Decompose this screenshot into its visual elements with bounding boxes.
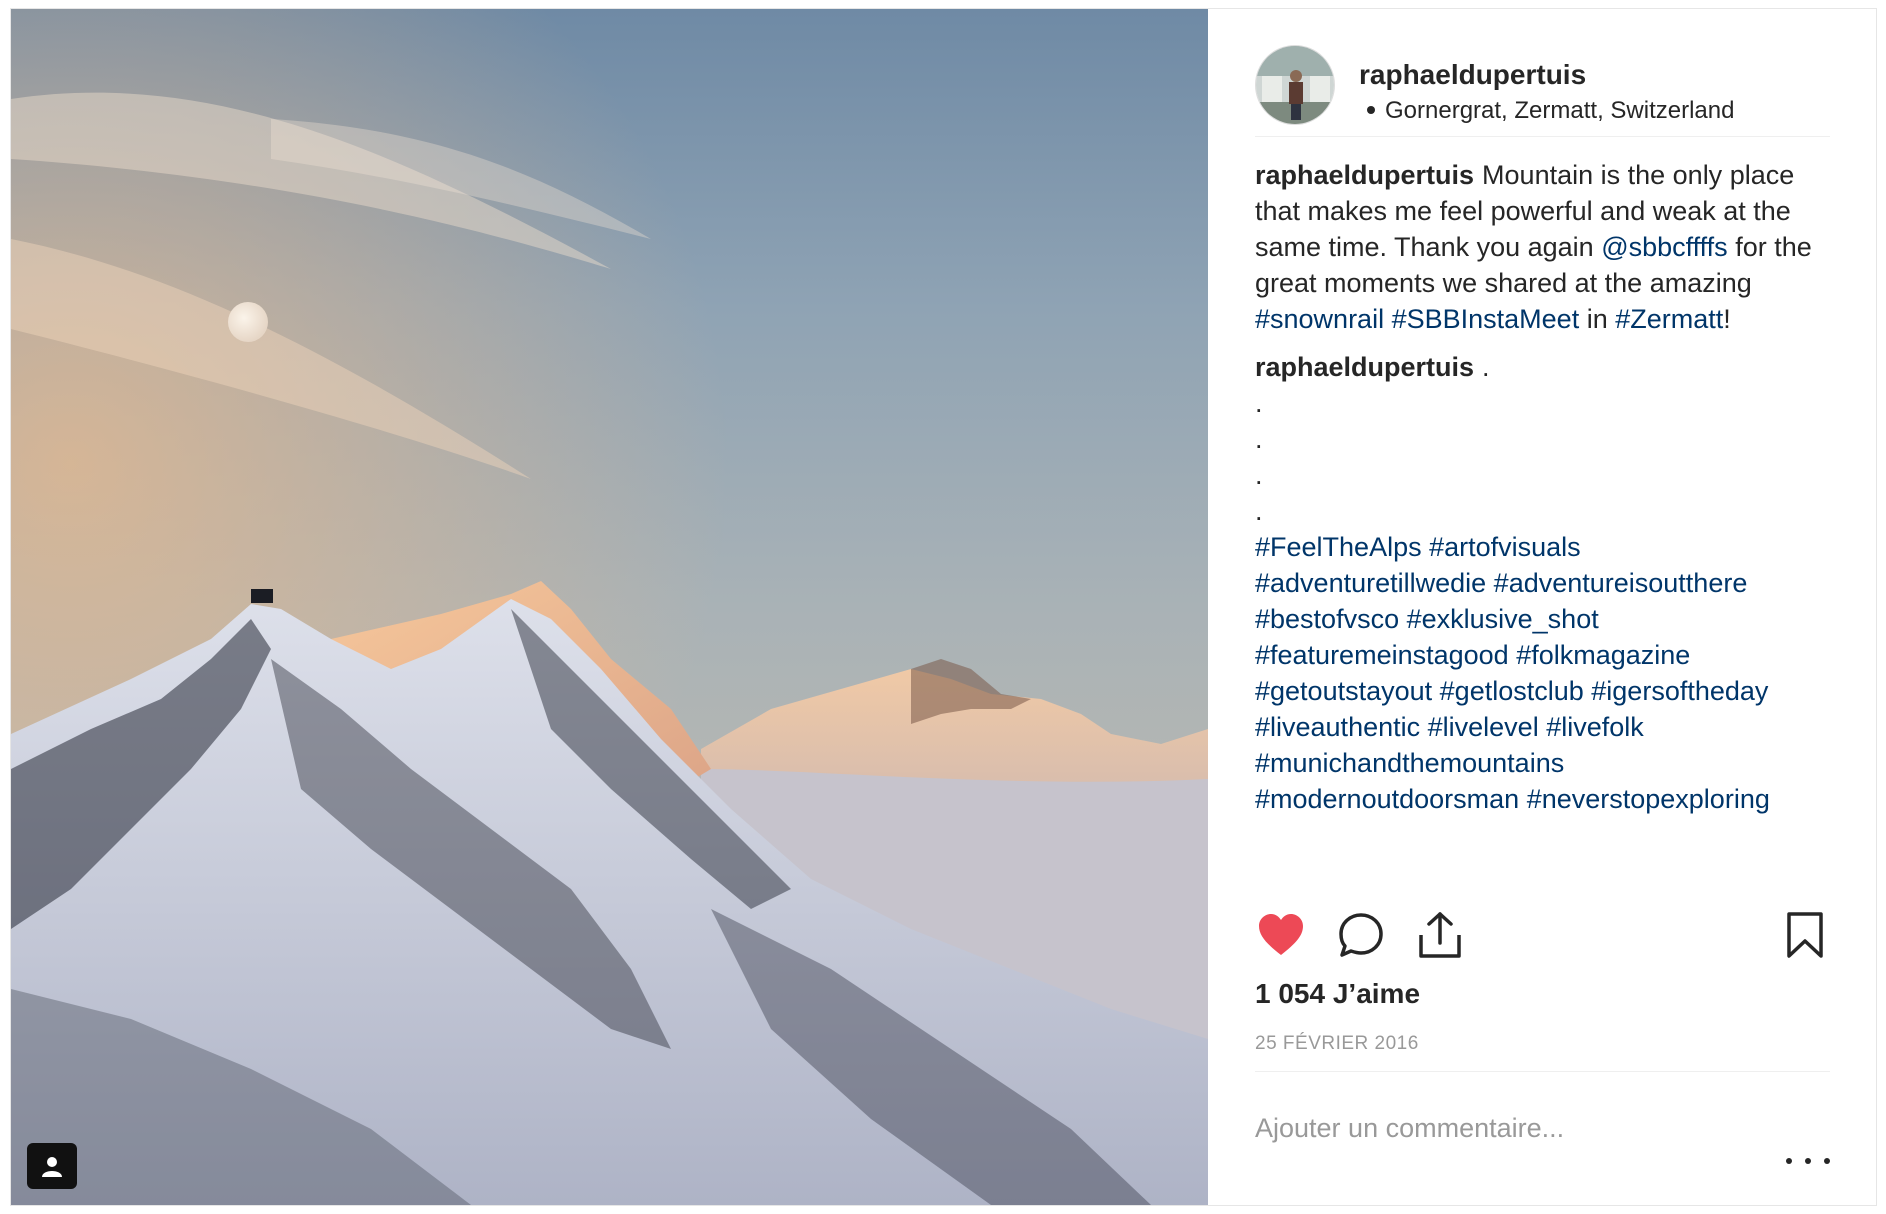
dot-line: .: [1255, 388, 1263, 418]
hashtag-link[interactable]: #munichandthemountains: [1255, 748, 1564, 778]
hashtag-link[interactable]: #artofvisuals: [1429, 532, 1581, 562]
post-sidebar: raphaeldupertuis Gornergrat, Zermatt, Sw…: [1208, 9, 1876, 1205]
dot-line: .: [1255, 496, 1263, 526]
post-header: raphaeldupertuis Gornergrat, Zermatt, Sw…: [1255, 45, 1830, 137]
location-label: Gornergrat, Zermatt, Switzerland: [1385, 97, 1735, 124]
dot: [1805, 1158, 1811, 1164]
dot-line: .: [1255, 424, 1263, 454]
comment-button[interactable]: [1335, 909, 1387, 961]
avatar-image: [1256, 46, 1334, 124]
post-date: 25 FÉVRIER 2016: [1255, 1033, 1419, 1054]
hashtag-link[interactable]: #SBBInstaMeet: [1392, 304, 1580, 334]
post-location[interactable]: Gornergrat, Zermatt, Switzerland: [1367, 97, 1734, 125]
mountain-photo: [11, 9, 1208, 1205]
bullet-icon: [1367, 105, 1375, 114]
dot: [1824, 1158, 1830, 1164]
share-button[interactable]: [1414, 909, 1466, 961]
dot: [1786, 1158, 1792, 1164]
hashtag-link[interactable]: #FeelTheAlps: [1255, 532, 1422, 562]
avatar[interactable]: [1255, 45, 1335, 125]
hashtag-link[interactable]: #livelevel: [1428, 712, 1539, 742]
hashtag-link[interactable]: #bestofvsco: [1255, 604, 1399, 634]
hashtag-link[interactable]: #adventureisoutthere: [1494, 568, 1748, 598]
caption-text-4: !: [1723, 304, 1731, 334]
hashtag-link[interactable]: #igersoftheday: [1591, 676, 1768, 706]
like-count[interactable]: 1 054 J’aime: [1255, 978, 1420, 1010]
like-button[interactable]: [1255, 909, 1307, 961]
hashtag-link[interactable]: #liveauthentic: [1255, 712, 1420, 742]
comments-list: raphaeldupertuis Mountain is the only pla…: [1255, 157, 1835, 897]
person-icon: [42, 1157, 62, 1177]
hashtag-link[interactable]: #exklusive_shot: [1407, 604, 1599, 634]
more-options-button[interactable]: [1786, 1149, 1830, 1173]
hashtag-link[interactable]: #getoutstayout: [1255, 676, 1432, 706]
tagged-users-button[interactable]: [27, 1143, 77, 1189]
hashtag-link[interactable]: #Zermatt: [1615, 304, 1723, 334]
comment-author[interactable]: raphaeldupertuis: [1255, 160, 1474, 190]
hashtag-link[interactable]: #snownrail: [1255, 304, 1384, 334]
comment-author[interactable]: raphaeldupertuis: [1255, 352, 1474, 382]
divider: [1255, 1071, 1830, 1072]
action-bar: [1255, 909, 1830, 965]
hashtag-link[interactable]: #neverstopexploring: [1527, 784, 1770, 814]
share-icon: [1419, 912, 1461, 958]
hashtag-link[interactable]: #modernoutdoorsman: [1255, 784, 1519, 814]
hashtag-link[interactable]: #adventuretillwedie: [1255, 568, 1486, 598]
moon: [228, 302, 268, 342]
heart-icon: [1259, 914, 1303, 955]
caption-comment: raphaeldupertuis Mountain is the only pla…: [1255, 157, 1835, 337]
post-card: raphaeldupertuis Gornergrat, Zermatt, Sw…: [10, 8, 1877, 1206]
save-button[interactable]: [1779, 909, 1831, 961]
hashtag-link[interactable]: #folkmagazine: [1516, 640, 1690, 670]
hashtag-block: #FeelTheAlps #artofvisuals #adventuretil…: [1255, 529, 1835, 817]
dot-line: .: [1255, 460, 1263, 490]
comment-bubble-icon: [1339, 913, 1383, 957]
bookmark-icon: [1787, 912, 1823, 958]
hashtag-link[interactable]: #featuremeinstagood: [1255, 640, 1509, 670]
caption-text-3: in: [1586, 304, 1608, 334]
hashtag-link[interactable]: #getlostclub: [1440, 676, 1584, 706]
comment-dot: .: [1482, 352, 1490, 382]
post-photo[interactable]: [11, 9, 1208, 1205]
post-username[interactable]: raphaeldupertuis: [1359, 59, 1586, 91]
hashtag-comment: raphaeldupertuis. . . . . #FeelTheAlps #…: [1255, 349, 1835, 817]
mention-link[interactable]: @sbbcffffs: [1601, 232, 1727, 262]
comment-input[interactable]: [1255, 1104, 1755, 1152]
hashtag-link[interactable]: #livefolk: [1546, 712, 1644, 742]
